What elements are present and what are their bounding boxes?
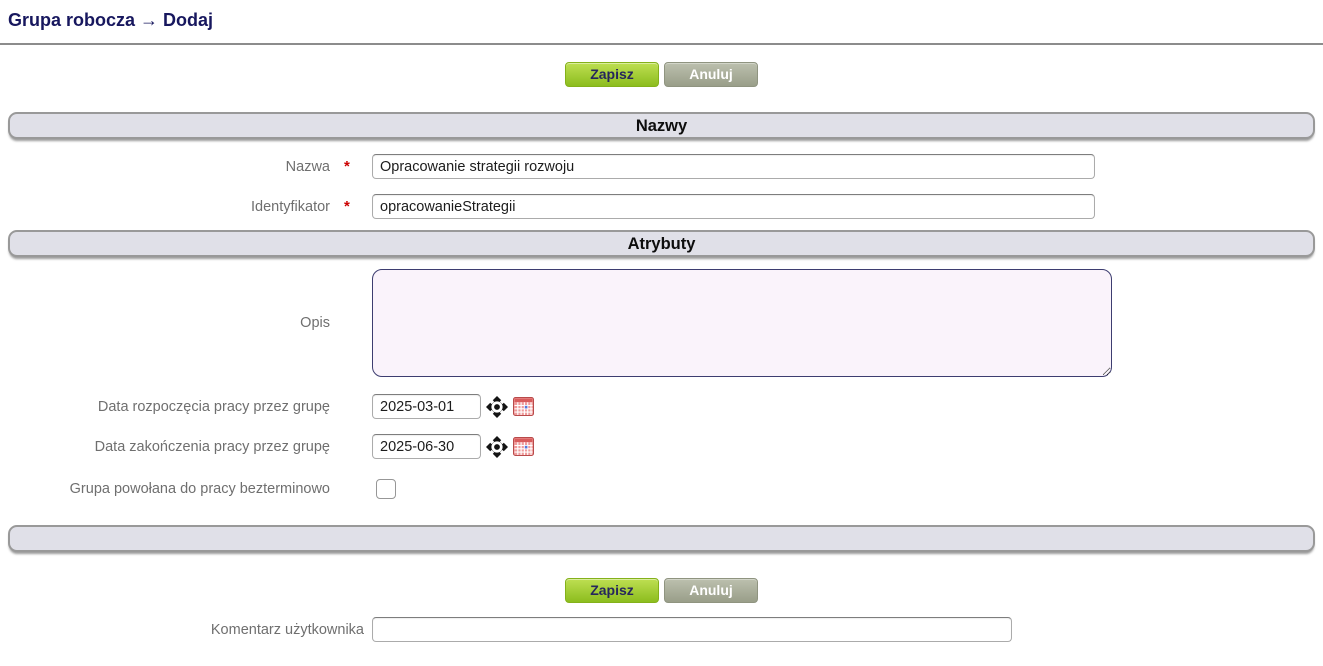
indefinite-row: Grupa powołana do pracy bezterminowo (0, 479, 1323, 499)
user-comment-row: Komentarz użytkownika (0, 617, 1323, 642)
section-bar-empty (8, 525, 1315, 552)
required-asterisk: * (330, 158, 372, 175)
start-date-row: Data rozpoczęcia pracy przez grupę (0, 394, 1323, 419)
end-date-label: Data zakończenia pracy przez grupę (0, 439, 330, 455)
cancel-button[interactable]: Anuluj (664, 62, 758, 87)
identifier-field-row: Identyfikator * (0, 194, 1323, 219)
end-date-input[interactable] (372, 434, 481, 459)
identifier-field-label: Identyfikator (0, 199, 330, 215)
identifier-input[interactable] (372, 194, 1095, 219)
section-header-attributes: Atrybuty (8, 230, 1315, 257)
description-field-row: Opis (0, 269, 1323, 377)
cancel-button-bottom[interactable]: Anuluj (664, 578, 758, 603)
user-comment-input[interactable] (372, 617, 1012, 642)
bottom-toolbar: Zapisz Anuluj (0, 578, 1323, 603)
required-asterisk: * (330, 198, 372, 215)
end-date-row: Data zakończenia pracy przez grupę (0, 434, 1323, 459)
save-button-bottom[interactable]: Zapisz (565, 578, 659, 603)
description-field-label: Opis (0, 315, 330, 331)
end-date-spinner-icon[interactable] (486, 436, 508, 458)
page-title: Grupa robocza → Dodaj (8, 10, 1323, 31)
end-date-calendar-icon[interactable] (513, 437, 534, 456)
user-comment-label: Komentarz użytkownika (0, 622, 364, 638)
description-textarea[interactable] (372, 269, 1112, 377)
title-divider (0, 43, 1323, 45)
start-date-spinner-icon[interactable] (486, 396, 508, 418)
name-input[interactable] (372, 154, 1095, 179)
section-header-names: Nazwy (8, 112, 1315, 139)
start-date-input[interactable] (372, 394, 481, 419)
start-date-label: Data rozpoczęcia pracy przez grupę (0, 399, 330, 415)
name-field-label: Nazwa (0, 159, 330, 175)
indefinite-checkbox[interactable] (376, 479, 396, 499)
name-field-row: Nazwa * (0, 154, 1323, 179)
top-toolbar: Zapisz Anuluj (0, 62, 1323, 87)
start-date-calendar-icon[interactable] (513, 397, 534, 416)
save-button[interactable]: Zapisz (565, 62, 659, 87)
indefinite-label: Grupa powołana do pracy bezterminowo (0, 481, 330, 497)
